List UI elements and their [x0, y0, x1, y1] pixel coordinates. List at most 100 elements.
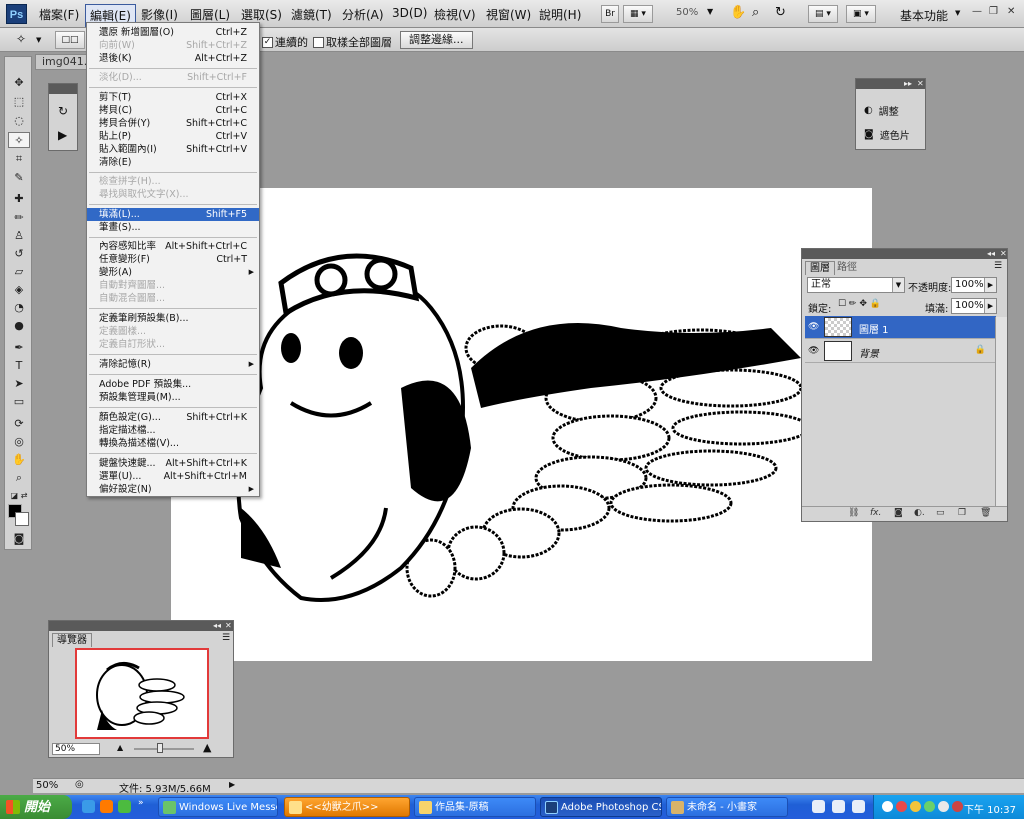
blend-mode-select[interactable]: 正常 ▼ — [807, 277, 905, 293]
marquee-tool-icon[interactable]: ⬚ — [8, 94, 30, 110]
menu-item-auto-align-layers[interactable]: 自動對齊圖層... — [87, 279, 259, 292]
menu-item-define-pattern[interactable]: 定義圖樣... — [87, 325, 259, 338]
menu-image[interactable]: 影像(I) — [138, 6, 181, 23]
close-icon[interactable]: ✕ — [1007, 6, 1015, 17]
navigator-zoom-slider[interactable] — [134, 748, 194, 750]
task-messenger[interactable]: Windows Live Messen... — [158, 797, 278, 817]
chevron-right-icon[interactable]: ▶ — [984, 299, 996, 313]
panel-header[interactable]: ◂◂ ✕ — [802, 249, 1007, 259]
paint-bucket-tool-icon[interactable]: ◈ — [8, 282, 30, 298]
panel-menu-icon[interactable]: ☰ — [994, 261, 1002, 271]
menu-item-auto-blend-layers[interactable]: 自動混合圖層... — [87, 292, 259, 305]
zoom-level-field[interactable]: 50% — [676, 7, 698, 18]
quicklaunch-expand-icon[interactable]: » — [138, 798, 144, 808]
antivirus-icon[interactable] — [938, 801, 949, 812]
rotate-view-icon[interactable]: ↻ — [775, 5, 786, 20]
crop-tool-icon[interactable]: ⌗ — [8, 151, 30, 167]
status-info-icon[interactable]: ◎ — [75, 779, 84, 790]
menu-item-preset-manager[interactable]: 預設集管理員(M)... — [87, 391, 259, 404]
collapse-icon[interactable]: ◂◂ — [987, 249, 995, 258]
messenger-tray-icon[interactable] — [924, 801, 935, 812]
hand-icon[interactable]: ✋ — [730, 5, 746, 20]
screen-mode-button[interactable]: ▣ ▾ — [846, 5, 876, 23]
collapse-icon[interactable]: ◂◂ — [213, 621, 221, 630]
visibility-eye-icon[interactable]: 👁 — [808, 346, 819, 356]
3d-rotate-tool-icon[interactable]: ⟳ — [8, 416, 30, 432]
menu-window[interactable]: 視窗(W) — [483, 6, 534, 23]
new-layer-icon[interactable]: ❐ — [958, 508, 966, 518]
quick-mask-icon[interactable]: ◙ — [8, 531, 30, 547]
help-icon[interactable] — [832, 800, 845, 813]
task-paint[interactable]: 未命名 - 小畫家 — [666, 797, 788, 817]
contiguous-check-icon[interactable]: ✓ — [262, 36, 273, 48]
update-icon[interactable] — [952, 801, 963, 812]
magic-wand-tool-icon[interactable]: ✧ — [8, 132, 30, 148]
menu-item-assign-profile[interactable]: 指定描述檔... — [87, 424, 259, 437]
task-photoshop[interactable]: Adobe Photoshop CS4... — [540, 797, 662, 817]
layer-style-icon[interactable]: fx. — [870, 508, 881, 518]
trash-icon[interactable]: 🗑 — [980, 508, 991, 518]
sample-all-layers-check-icon[interactable] — [313, 36, 324, 48]
menu-item-paste[interactable]: 貼上(P) Ctrl+V — [87, 130, 259, 143]
arrange-documents-button[interactable]: ▤ ▾ — [808, 5, 838, 23]
fill-field[interactable]: 100% ▶ — [951, 298, 997, 314]
menu-item-menus[interactable]: 選單(U)... Alt+Shift+Ctrl+M — [87, 470, 259, 483]
workspace-switcher[interactable]: 基本功能 — [900, 7, 948, 24]
navigator-zoom-field[interactable]: 50% — [52, 743, 100, 755]
extras-button[interactable]: ▦ ▾ — [623, 5, 653, 23]
menu-filter[interactable]: 濾鏡(T) — [288, 6, 335, 23]
link-layers-icon[interactable]: ⛓ — [848, 508, 859, 518]
adjustment-layer-icon[interactable]: ◐. — [914, 508, 925, 518]
menu-item-find-replace[interactable]: 尋找與取代文字(X)... — [87, 188, 259, 201]
menu-item-convert-profile[interactable]: 轉換為描述檔(V)... — [87, 437, 259, 450]
eraser-tool-icon[interactable]: ▱ — [8, 264, 30, 280]
zoom-out-icon[interactable]: ▲ — [117, 743, 123, 752]
visibility-eye-icon[interactable]: 👁 — [808, 322, 819, 332]
messenger-quicklaunch-icon[interactable] — [118, 800, 131, 813]
menu-item-step-backward[interactable]: 退後(K) Alt+Ctrl+Z — [87, 52, 259, 65]
chevron-right-icon[interactable]: ▶ — [984, 278, 996, 292]
tab-paths[interactable]: 路徑 — [833, 261, 861, 275]
close-panel-icon[interactable]: ✕ — [917, 79, 924, 88]
menu-item-step-forward[interactable]: 向前(W) Shift+Ctrl+Z — [87, 39, 259, 52]
selection-mode-buttons[interactable]: □□ — [55, 31, 85, 49]
zoom-icon[interactable]: ⌕ — [752, 5, 759, 20]
menu-item-paste-into[interactable]: 貼入範圍內(I) Shift+Ctrl+V — [87, 143, 259, 156]
menu-item-color-settings[interactable]: 顏色設定(G)... Shift+Ctrl+K — [87, 411, 259, 424]
panel-header[interactable]: ◂◂ ✕ — [49, 621, 233, 631]
brush-tool-icon[interactable]: ✏ — [8, 210, 30, 226]
clone-stamp-tool-icon[interactable]: ♙ — [8, 228, 30, 244]
contiguous-checkbox[interactable]: ✓ 連續的 — [262, 34, 308, 50]
security-icon[interactable] — [896, 801, 907, 812]
actions-panel-icon[interactable]: ▶ — [58, 128, 67, 142]
menu-item-purge[interactable]: 清除記憶(R) ▶ — [87, 358, 259, 371]
panel-header[interactable]: ▸▸ ✕ — [856, 79, 925, 89]
ie-quicklaunch-icon[interactable] — [82, 800, 95, 813]
menu-item-fill[interactable]: 填滿(L)... Shift+F5 — [87, 208, 259, 221]
menu-item-content-aware-scale[interactable]: 內容感知比率 Alt+Shift+Ctrl+C — [87, 240, 259, 253]
tab-navigator[interactable]: 導覽器 — [52, 633, 92, 647]
3d-orbit-tool-icon[interactable]: ◎ — [8, 434, 30, 450]
menu-item-define-brush[interactable]: 定義筆刷預設集(B)... — [87, 312, 259, 325]
menu-item-stroke[interactable]: 筆畫(S)... — [87, 221, 259, 234]
menu-3d[interactable]: 3D(D) — [389, 6, 430, 20]
default-colors-icon[interactable]: ◪ ⇄ — [8, 488, 30, 504]
menu-help[interactable]: 說明(H) — [536, 6, 584, 23]
dodge-tool-icon[interactable]: ● — [8, 318, 30, 334]
menu-item-define-custom-shape[interactable]: 定義自訂形狀... — [87, 338, 259, 351]
menu-item-free-transform[interactable]: 任意變形(F) Ctrl+T — [87, 253, 259, 266]
blur-tool-icon[interactable]: ◔ — [8, 300, 30, 316]
menu-item-preferences[interactable]: 偏好設定(N) ▶ — [87, 483, 259, 496]
tray-expand-icon[interactable] — [852, 800, 865, 813]
zoom-in-icon[interactable]: ▲ — [203, 741, 211, 754]
menu-item-transform[interactable]: 變形(A) ▶ — [87, 266, 259, 279]
type-tool-icon[interactable]: T — [8, 358, 30, 374]
chevron-down-icon[interactable]: ▼ — [892, 278, 904, 292]
add-mask-icon[interactable]: ◙ — [894, 508, 903, 518]
eyedropper-tool-icon[interactable]: ✎ — [8, 170, 30, 186]
menu-view[interactable]: 檢視(V) — [431, 6, 479, 23]
adjustments-tab[interactable]: ◐ 調整 — [864, 103, 899, 118]
background-color-swatch[interactable] — [15, 512, 29, 526]
close-panel-icon[interactable]: ✕ — [1000, 249, 1007, 258]
lock-options-icons[interactable]: ☐ ✏ ✥ 🔒 — [838, 299, 881, 309]
